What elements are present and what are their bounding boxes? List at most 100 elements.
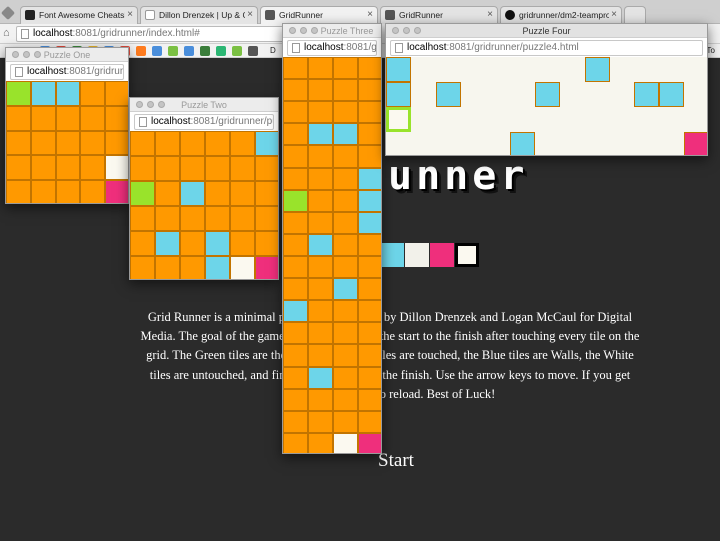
tab-gridrunner[interactable]: GridRunner × xyxy=(380,6,498,24)
bookmark-label[interactable]: D xyxy=(270,44,276,58)
close-icon[interactable]: × xyxy=(127,7,133,23)
wall-tile xyxy=(283,300,308,323)
touched-tile xyxy=(358,145,381,168)
touched-tile xyxy=(308,432,333,453)
touched-tile xyxy=(283,211,308,234)
bookmark-icon[interactable] xyxy=(136,46,146,56)
touched-tile xyxy=(80,180,106,203)
touched-tile xyxy=(308,322,333,345)
window-titlebar[interactable]: Puzzle Four xyxy=(386,24,707,38)
touched-tile xyxy=(30,105,56,131)
empty-tile xyxy=(609,82,635,107)
tab-dillon-drenzek[interactable]: Dillon Drenzek | Up & Coming × xyxy=(140,6,258,24)
empty-tile xyxy=(535,107,560,132)
touched-tile xyxy=(308,255,333,279)
bookmark-icon[interactable] xyxy=(152,46,162,56)
empty-tile xyxy=(559,57,585,82)
touched-tile xyxy=(283,167,308,190)
window-titlebar[interactable]: Puzzle One xyxy=(6,48,128,62)
github-icon xyxy=(505,10,515,20)
empty-tile xyxy=(460,132,486,155)
bookmark-icon[interactable] xyxy=(200,46,210,56)
touched-tile xyxy=(333,211,358,234)
touched-tile xyxy=(358,322,381,345)
touched-tile xyxy=(283,410,308,433)
window-title: Puzzle Two xyxy=(181,100,227,110)
puzzle-two-window[interactable]: Puzzle Two localhost:8081/gridrunner/pu.… xyxy=(129,97,279,280)
touched-tile xyxy=(358,255,381,279)
touched-tile xyxy=(55,105,81,131)
tab-font-awesome[interactable]: Font Awesome Cheatsheet × xyxy=(20,6,138,24)
window-titlebar[interactable]: Puzzle Three xyxy=(283,24,381,38)
touched-tile xyxy=(55,155,81,181)
finish-tile xyxy=(105,180,128,203)
empty-tile xyxy=(485,82,511,107)
touched-tile xyxy=(333,322,358,345)
tab-gridrunner-active[interactable]: GridRunner × xyxy=(260,6,378,24)
home-icon[interactable]: ⌂ xyxy=(3,27,10,39)
wall-tile xyxy=(358,189,381,212)
touched-tile xyxy=(30,180,56,203)
touched-tile xyxy=(230,231,255,256)
start-tile xyxy=(283,189,308,212)
flag-icon xyxy=(25,10,35,20)
gridrunner-icon xyxy=(385,10,395,20)
touched-tile xyxy=(205,156,230,181)
url-path: :8081/gridrunner/ xyxy=(66,66,123,77)
url-host: localhost xyxy=(151,116,191,127)
bookmark-icon[interactable] xyxy=(248,46,258,56)
bookmark-icon[interactable] xyxy=(232,46,242,56)
touched-tile xyxy=(308,300,333,323)
touched-tile xyxy=(358,410,381,433)
minimize-window-button[interactable] xyxy=(300,27,307,34)
legend-tile xyxy=(430,243,454,267)
touched-tile xyxy=(358,344,381,367)
window-address-bar[interactable]: localhost:8081/g... xyxy=(287,40,377,56)
url-host: localhost xyxy=(407,42,447,53)
close-window-button[interactable] xyxy=(289,27,296,34)
window-title: Puzzle One xyxy=(43,50,91,60)
tab-github[interactable]: gridrunner/dm2-teamproject × xyxy=(500,6,622,24)
puzzle-one-grid xyxy=(6,81,128,203)
empty-tile xyxy=(559,107,585,132)
untouched-tile xyxy=(105,155,128,181)
tab-label: Dillon Drenzek | Up & Coming xyxy=(159,10,245,20)
puzzle-one-window[interactable]: Puzzle One localhost:8081/gridrunner/ xyxy=(5,47,129,204)
touched-tile xyxy=(230,181,255,206)
touched-tile xyxy=(105,81,128,106)
touched-tile xyxy=(283,388,308,411)
menu-icon[interactable] xyxy=(0,5,16,21)
bookmark-icon[interactable] xyxy=(184,46,194,56)
untouched-tile xyxy=(333,432,358,453)
close-icon[interactable]: × xyxy=(611,7,617,23)
touched-tile xyxy=(358,79,381,102)
address-bar[interactable]: localhost:8081/gridrunner/index.html# xyxy=(16,26,286,42)
window-address-bar[interactable]: localhost:8081/gridrunner/puzzle4.html xyxy=(390,40,703,56)
empty-tile xyxy=(435,107,461,132)
close-icon[interactable]: × xyxy=(487,7,493,23)
touched-tile xyxy=(105,130,128,156)
touched-tile xyxy=(333,410,358,433)
empty-tile xyxy=(609,107,635,132)
window-address-bar[interactable]: localhost:8081/gridrunner/pu... xyxy=(134,114,274,130)
touched-tile xyxy=(333,366,358,389)
bookmark-icon[interactable] xyxy=(216,46,226,56)
touched-tile xyxy=(283,278,308,301)
touched-tile xyxy=(283,145,308,168)
touched-tile xyxy=(308,101,333,124)
touched-tile xyxy=(358,388,381,411)
close-icon[interactable]: × xyxy=(247,7,253,23)
bookmark-icon[interactable] xyxy=(168,46,178,56)
touched-tile xyxy=(6,130,31,156)
touched-tile xyxy=(333,79,358,102)
puzzle-three-window[interactable]: Puzzle Three localhost:8081/g... xyxy=(282,23,382,454)
touched-tile xyxy=(283,79,308,102)
window-titlebar[interactable]: Puzzle Two xyxy=(130,98,278,112)
puzzle-four-window[interactable]: Puzzle Four localhost:8081/gridrunner/pu… xyxy=(385,23,708,156)
window-address-bar[interactable]: localhost:8081/gridrunner/ xyxy=(10,64,124,80)
close-icon[interactable]: × xyxy=(367,7,373,23)
page-icon xyxy=(395,43,403,53)
new-tab-button[interactable] xyxy=(624,6,646,24)
touched-tile xyxy=(308,189,333,212)
tab-label: GridRunner xyxy=(279,10,323,20)
